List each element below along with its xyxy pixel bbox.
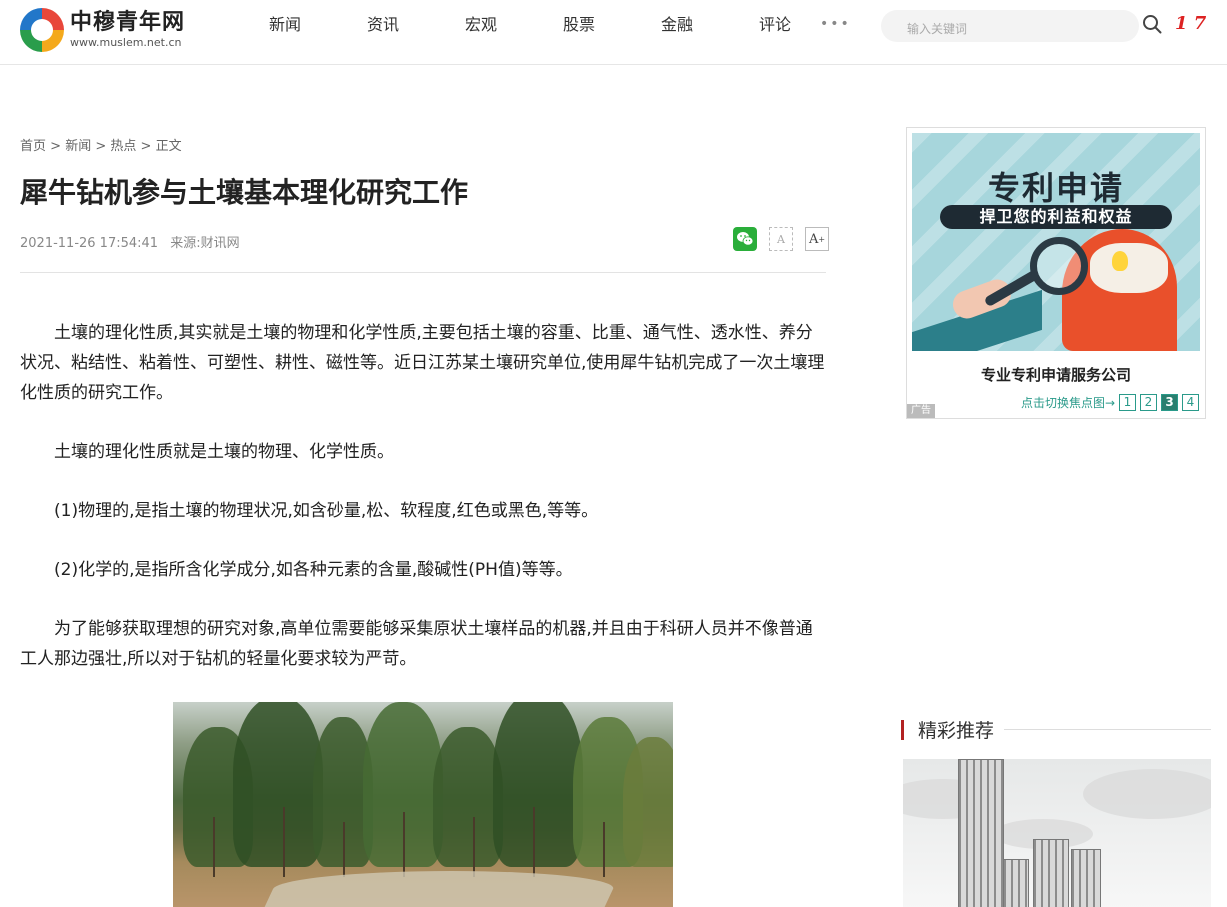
breadcrumb-home[interactable]: 首页	[20, 139, 46, 154]
nav-item-comment[interactable]: 评论	[726, 14, 824, 36]
nav-item-finance[interactable]: 金融	[628, 14, 726, 36]
ad-image[interactable]: 专利申请 捍卫您的利益和权益	[912, 133, 1200, 351]
breadcrumb: 首页 > 新闻 > 热点 > 正文	[20, 139, 182, 154]
article-paragraph: (1)物理的,是指土壤的物理状况,如含砂量,松、软程度,红色或黑色,等等。	[54, 501, 599, 521]
ad-page-2[interactable]: 2	[1140, 394, 1157, 411]
breadcrumb-news[interactable]: 新闻	[65, 139, 91, 154]
logo-url: www.muslem.net.cn	[70, 36, 182, 49]
ad-pager: 点击切换焦点图→ 1 2 3 4	[1021, 394, 1199, 411]
magnifier-icon	[1030, 237, 1088, 295]
article-paragraph: (2)化学的,是指所含化学成分,如各种元素的含量,酸碱性(PH值)等等。	[54, 560, 573, 580]
breadcrumb-hot[interactable]: 热点	[110, 139, 136, 154]
font-decrease-button[interactable]: A	[769, 227, 793, 251]
article-paragraph: 土壤的理化性质就是土壤的物理、化学性质。	[54, 442, 394, 462]
recommend-image[interactable]	[903, 759, 1211, 907]
article-meta: 2021-11-26 17:54:41 来源:财讯网	[20, 232, 240, 251]
article-source-label: 来源:	[170, 236, 201, 251]
breadcrumb-current: 正文	[155, 139, 182, 154]
ad-headline: 专利申请	[987, 169, 1124, 207]
recommend-title: 精彩推荐	[918, 720, 995, 742]
nav-item-news[interactable]: 新闻	[236, 14, 334, 36]
recommend-section: 精彩推荐	[901, 716, 1211, 907]
ad-tag: 广告	[907, 404, 935, 418]
search-box	[881, 10, 1139, 42]
main-nav: 新闻 资讯 宏观 股票 金融 评论	[236, 14, 824, 36]
logo-name: 中穆青年网	[70, 10, 186, 35]
article-title: 犀牛钻机参与土壤基本理化研究工作	[20, 176, 469, 209]
ad-page-4[interactable]: 4	[1182, 394, 1199, 411]
article-photo	[173, 702, 673, 907]
logo-icon	[20, 8, 64, 52]
brain-icon	[1090, 243, 1168, 293]
article-source: 财讯网	[200, 236, 240, 251]
site-header: 中穆青年网 www.muslem.net.cn 新闻 资讯 宏观 股票 金融 评…	[0, 0, 1227, 65]
article-datetime: 2021-11-26 17:54:41	[20, 236, 159, 251]
lightbulb-icon	[1112, 251, 1128, 271]
sidebar-ad[interactable]: 专利申请 捍卫您的利益和权益 专业专利申请服务公司 点击切换焦点图→ 1 2 3…	[906, 127, 1206, 419]
nav-item-macro[interactable]: 宏观	[432, 14, 530, 36]
header-red-badge: 1 7	[1175, 13, 1207, 34]
search-icon[interactable]	[1142, 14, 1162, 34]
article-tools: A A +	[733, 227, 829, 251]
nav-item-stocks[interactable]: 股票	[530, 14, 628, 36]
ad-subline: 捍卫您的利益和权益	[940, 205, 1172, 229]
site-logo[interactable]: 中穆青年网 www.muslem.net.cn	[20, 8, 185, 52]
search-input[interactable]	[881, 10, 1139, 42]
ad-page-3[interactable]: 3	[1161, 394, 1178, 411]
nav-item-info[interactable]: 资讯	[334, 14, 432, 36]
article-body: 土壤的理化性质,其实就是土壤的物理和化学性质,主要包括土壤的容重、比重、通气性、…	[20, 318, 826, 703]
more-menu-button[interactable]: •••	[820, 16, 851, 32]
ad-switch-label: 点击切换焦点图→	[1020, 396, 1115, 410]
article-paragraph: 为了能够获取理想的研究对象,高单位需要能够采集原状土壤样品的机器,并且由于科研人…	[20, 619, 813, 669]
font-increase-button[interactable]: A +	[805, 227, 829, 251]
ad-page-1[interactable]: 1	[1119, 394, 1136, 411]
title-divider	[20, 272, 826, 273]
ad-caption[interactable]: 专业专利申请服务公司	[907, 364, 1205, 385]
wechat-share-icon[interactable]	[733, 227, 757, 251]
article-paragraph: 土壤的理化性质,其实就是土壤的物理和化学性质,主要包括土壤的容重、比重、通气性、…	[20, 323, 825, 403]
